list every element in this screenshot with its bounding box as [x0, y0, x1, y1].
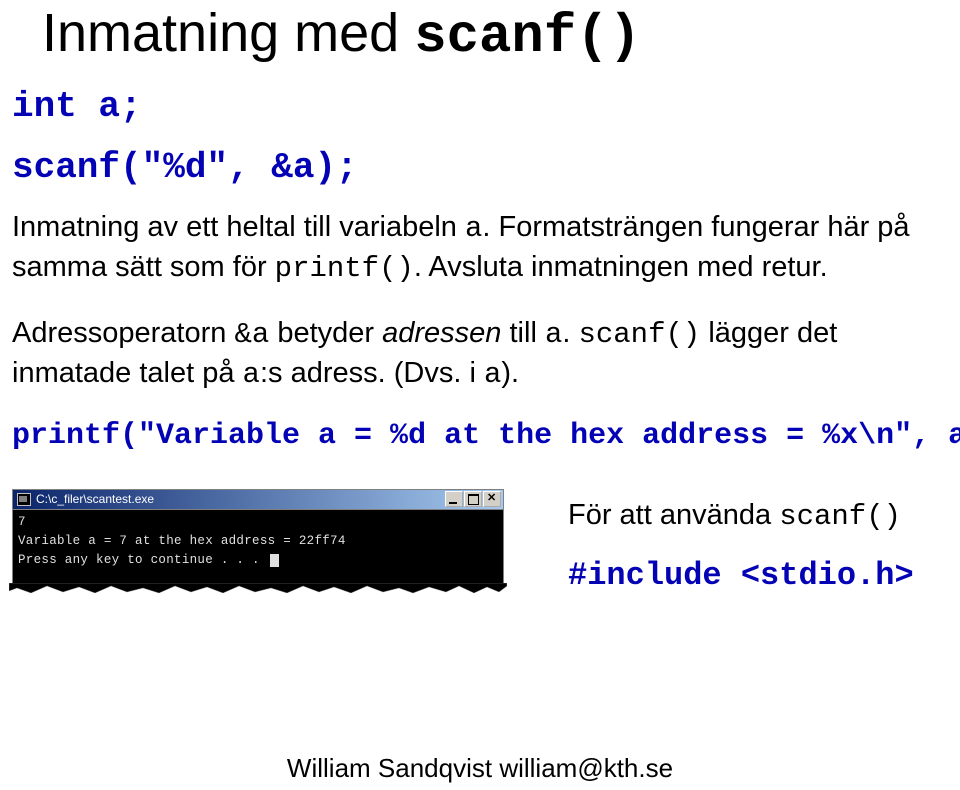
- console-titlebar: C:\c_filer\scantest.exe: [12, 489, 504, 510]
- p2-c1: &a: [234, 318, 269, 351]
- console-output: 7 Variable a = 7 at the hex address = 22…: [12, 510, 504, 583]
- p2-t3: till: [501, 317, 545, 349]
- title-code: scanf(): [414, 7, 641, 68]
- footer-author: William Sandqvist william@kth.se: [0, 753, 960, 784]
- minimize-button[interactable]: [445, 491, 463, 507]
- maximize-button[interactable]: [464, 491, 482, 507]
- console-line-1: 7: [18, 515, 26, 529]
- console-cursor: [270, 554, 279, 567]
- console-line-2: Variable a = 7 at the hex address = 22ff…: [18, 534, 346, 548]
- p2-t1: Adressoperatorn: [12, 317, 234, 349]
- console-icon: [17, 493, 31, 506]
- p2-c2: a: [545, 318, 562, 351]
- code-declaration: int a;: [12, 86, 948, 127]
- right-column: För att använda scanf() #include <stdio.…: [568, 497, 914, 595]
- slide-title: Inmatning med scanf(): [42, 2, 948, 68]
- code-printf: printf("Variable a = %d at the hex addre…: [12, 419, 948, 453]
- p2-i1: adressen: [382, 317, 501, 349]
- console-window: C:\c_filer\scantest.exe 7 Variable a = 7…: [12, 489, 504, 583]
- paragraph-2: Adressoperatorn &a betyder adressen till…: [12, 314, 948, 394]
- usage-text: För att använda: [568, 499, 779, 531]
- lower-section: C:\c_filer\scantest.exe 7 Variable a = 7…: [12, 485, 948, 595]
- usage-code: scanf(): [779, 500, 901, 533]
- p1-t1: Inmatning av ett heltal till variabeln: [12, 211, 465, 243]
- close-button[interactable]: [483, 491, 501, 507]
- p1-c2: printf(): [275, 252, 414, 285]
- p2-c5: a: [484, 358, 501, 391]
- console-line-3: Press any key to continue . . .: [18, 553, 268, 567]
- torn-edge: [9, 583, 507, 594]
- p2-t4: .: [562, 317, 578, 349]
- p1-t3: . Avsluta inmatningen med retur.: [414, 251, 828, 283]
- p2-t6: :s adress. (Dvs. i: [260, 357, 484, 389]
- p2-c3: scanf(): [578, 318, 700, 351]
- p2-t2: betyder: [269, 317, 382, 349]
- p2-t7: ).: [501, 357, 519, 389]
- include-directive: #include <stdio.h>: [568, 557, 914, 594]
- p1-c1: a: [465, 212, 482, 245]
- p2-c4: a: [243, 358, 260, 391]
- code-scanf: scanf("%d", &a);: [12, 147, 948, 188]
- title-text-plain: Inmatning med: [42, 3, 414, 63]
- console-title-text: C:\c_filer\scantest.exe: [36, 492, 445, 506]
- usage-note: För att använda scanf(): [568, 497, 914, 536]
- paragraph-1: Inmatning av ett heltal till variabeln a…: [12, 208, 948, 288]
